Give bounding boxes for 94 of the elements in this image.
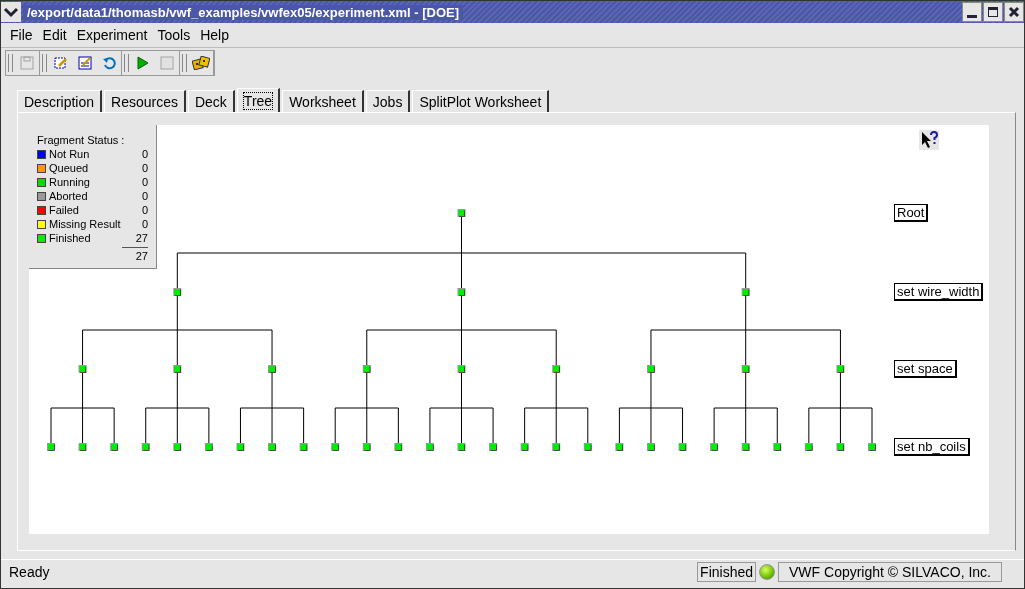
menu-item[interactable]: Edit — [37, 27, 72, 43]
close-icon — [1008, 6, 1020, 18]
tree-node[interactable] — [331, 443, 340, 451]
status-total: 27 — [122, 247, 148, 262]
pencil-icon — [54, 56, 68, 70]
tree-node[interactable] — [78, 443, 87, 451]
status-count: 0 — [141, 148, 148, 160]
tree-node[interactable] — [425, 443, 434, 451]
tab[interactable]: Resources — [104, 90, 186, 112]
status-count: 0 — [141, 190, 148, 202]
window-title: /export/data1/thomasb/vwf_examples/vwfex05/experiment.xml - [DOE] — [23, 4, 464, 20]
tree-node[interactable] — [362, 443, 371, 451]
status-count: 0 — [141, 218, 148, 230]
tree-node[interactable] — [457, 443, 466, 451]
tree-node[interactable] — [741, 365, 750, 373]
status-label: Queued — [49, 162, 90, 174]
menu-item[interactable]: Experiment — [71, 27, 153, 43]
tab[interactable]: SplitPlot Worksheet — [412, 90, 550, 112]
legend-title: Fragment Status : — [37, 134, 126, 146]
play-icon — [137, 56, 149, 70]
tree-node[interactable] — [552, 443, 561, 451]
menu-item[interactable]: Tools — [152, 27, 196, 43]
status-count: 0 — [141, 176, 148, 188]
tree-node[interactable] — [552, 365, 561, 373]
level-label: set space — [894, 360, 957, 378]
toolbar-button[interactable] — [75, 53, 95, 73]
tree-node[interactable] — [710, 443, 719, 451]
tree-node[interactable] — [489, 443, 498, 451]
tab[interactable]: Deck — [187, 90, 235, 112]
tree-node[interactable] — [457, 209, 466, 217]
status-label: Aborted — [49, 190, 89, 202]
tree-node[interactable] — [268, 443, 277, 451]
tree-node[interactable] — [836, 365, 845, 373]
reload-icon — [102, 56, 116, 70]
tree-node[interactable] — [583, 443, 592, 451]
tree-node[interactable] — [173, 365, 182, 373]
maximize-icon — [987, 6, 999, 18]
tree-node[interactable] — [836, 443, 845, 451]
status-message: Ready — [9, 564, 51, 580]
menu-item[interactable]: File — [5, 27, 38, 43]
status-label: Running — [49, 176, 91, 188]
tree-node[interactable] — [141, 443, 150, 451]
status-label: Finished — [49, 232, 92, 244]
help-icon[interactable] — [919, 130, 939, 150]
status-count: 0 — [141, 204, 148, 216]
tree-node[interactable] — [173, 443, 182, 451]
tree-node[interactable] — [741, 443, 750, 451]
tree-node[interactable] — [520, 443, 529, 451]
tree-node[interactable] — [78, 365, 87, 373]
level-label: Root — [894, 204, 929, 222]
tab[interactable]: Worksheet — [282, 90, 364, 112]
stop-icon — [160, 56, 174, 70]
status-count: 27 — [135, 232, 148, 244]
menu-caret-icon[interactable] — [1, 2, 21, 22]
dice-icon — [192, 56, 210, 70]
checklist-icon — [78, 56, 92, 70]
status-led-icon — [759, 564, 776, 580]
tree-node[interactable] — [394, 443, 403, 451]
status-label: Failed — [49, 204, 80, 216]
menu-item[interactable]: Help — [195, 27, 234, 43]
minimize-icon — [967, 14, 977, 18]
tree-node[interactable] — [236, 443, 245, 451]
tab[interactable]: Jobs — [365, 90, 411, 112]
tab[interactable]: Tree — [236, 88, 281, 112]
tree-node[interactable] — [268, 365, 277, 373]
tree-node[interactable] — [773, 443, 782, 451]
tree-node[interactable] — [615, 443, 624, 451]
tree-node[interactable] — [362, 365, 371, 373]
tree-node[interactable] — [457, 365, 466, 373]
tree-node[interactable] — [299, 443, 308, 451]
level-label: set wire_width — [894, 283, 984, 301]
tree-node[interactable] — [678, 443, 687, 451]
tree-node[interactable] — [804, 443, 813, 451]
close-button[interactable] — [1004, 2, 1024, 22]
tree-node[interactable] — [47, 443, 55, 451]
status-label: Missing Result — [49, 218, 122, 230]
tree-node[interactable] — [646, 365, 655, 373]
toolbar-button[interactable] — [191, 53, 211, 73]
run-state: Finished — [697, 562, 757, 582]
save-icon — [20, 56, 34, 70]
tree-node[interactable] — [868, 443, 876, 451]
minimize-button[interactable] — [962, 2, 982, 22]
tree-node[interactable] — [173, 288, 182, 296]
status-label: Not Run — [49, 148, 91, 160]
tree-node[interactable] — [741, 288, 750, 296]
level-label: set nb_coils — [894, 438, 970, 456]
tree-node[interactable] — [110, 443, 119, 451]
copyright-text: VWF Copyright © SILVACO, Inc. — [778, 562, 1002, 582]
status-count: 0 — [141, 162, 148, 174]
tree-node[interactable] — [204, 443, 213, 451]
tree-node[interactable] — [457, 288, 466, 296]
tab[interactable]: Description — [17, 90, 103, 112]
maximize-button[interactable] — [983, 2, 1003, 22]
tree-node[interactable] — [646, 443, 655, 451]
